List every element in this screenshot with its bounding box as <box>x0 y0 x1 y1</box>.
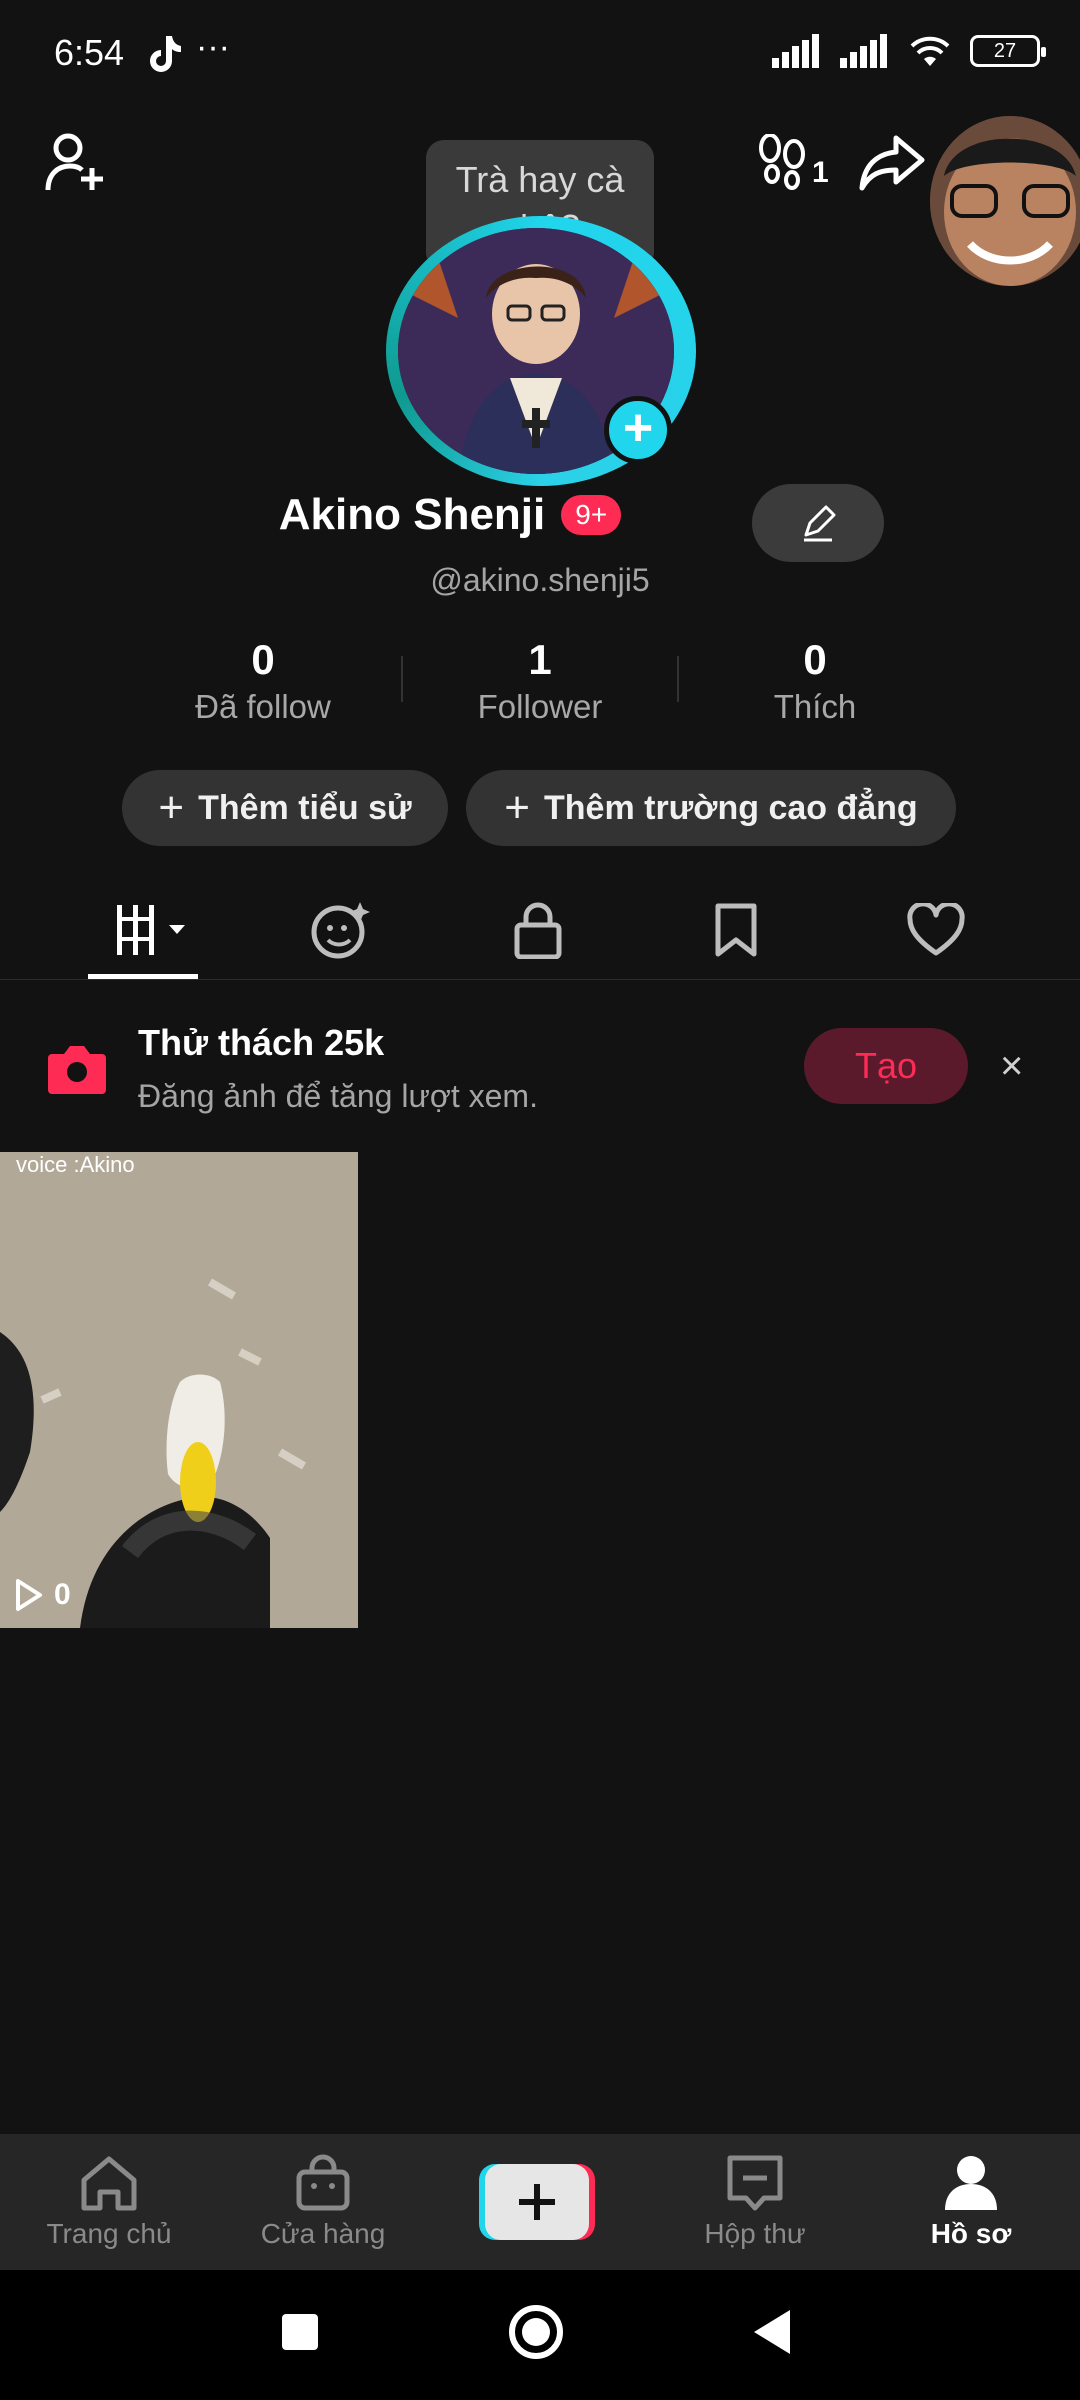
stat-divider <box>677 656 679 702</box>
tab-private[interactable] <box>498 900 578 960</box>
status-time: 6:54 <box>54 32 125 73</box>
back-icon[interactable] <box>752 2308 792 2361</box>
challenge-create-button[interactable]: Tạo <box>804 1028 968 1104</box>
share-icon[interactable] <box>858 134 926 192</box>
tiktok-icon <box>146 34 182 79</box>
nav-home[interactable]: Trang chủ <box>14 2134 204 2270</box>
signal-icon-2 <box>840 34 887 68</box>
lock-icon <box>514 902 562 959</box>
bookmark-icon <box>715 903 757 957</box>
tab-videos[interactable] <box>102 900 202 960</box>
nav-inbox-label: Hộp thư <box>704 2218 806 2249</box>
inbox-icon <box>727 2155 783 2211</box>
bottom-nav: Trang chủ Cửa hàng Hộp thư Hồ sơ <box>0 2134 1080 2270</box>
video-view-count: 0 <box>14 1578 71 1612</box>
plus-icon: + <box>158 783 185 832</box>
system-nav-bar <box>0 2270 1080 2400</box>
stat-likes-value: 0 <box>803 636 827 683</box>
add-school-label: Thêm trường cao đẳng <box>544 788 918 827</box>
tab-liked[interactable] <box>896 900 976 960</box>
profile-tabs <box>0 880 1080 980</box>
edit-profile-button[interactable] <box>752 484 884 562</box>
video-thumbnail[interactable] <box>0 1152 358 1628</box>
nav-inbox[interactable]: Hộp thư <box>660 2134 850 2270</box>
video-caption: voice :Akino <box>16 1152 135 1177</box>
add-story-button[interactable]: + <box>604 396 672 464</box>
battery-icon: 27 <box>970 35 1046 67</box>
close-icon[interactable]: × <box>1000 1044 1023 1089</box>
signal-icon <box>772 34 819 68</box>
profile-views-button[interactable]: 1 <box>756 134 829 190</box>
nav-profile[interactable]: Hồ sơ <box>876 2134 1066 2270</box>
add-bio-label: Thêm tiểu sử <box>198 788 412 827</box>
smiley-sparkle-icon <box>311 902 370 959</box>
stat-followers-value: 1 <box>528 636 552 683</box>
plus-icon: + <box>504 783 530 832</box>
stat-followers[interactable]: 1 Follower <box>415 636 665 726</box>
stat-following-value: 0 <box>251 636 275 683</box>
pencil-icon <box>804 505 836 542</box>
display-name: Akino Shenji <box>278 490 546 539</box>
challenge-subtitle: Đăng ảnh để tăng lượt xem. <box>138 1078 538 1114</box>
status-more: ··· <box>196 28 230 66</box>
active-tab-indicator <box>88 974 198 979</box>
camera-bubble[interactable] <box>930 116 1080 286</box>
video-views-value: 0 <box>54 1578 71 1611</box>
name-row: Akino Shenji 9+ <box>0 490 1080 540</box>
home-icon <box>81 2156 137 2211</box>
notification-badge[interactable]: 9+ <box>561 495 622 535</box>
nav-shop-label: Cửa hàng <box>260 2218 386 2249</box>
stat-likes[interactable]: 0 Thích <box>690 636 940 726</box>
nav-create[interactable] <box>442 2134 632 2270</box>
status-icons: 27 <box>772 34 1046 68</box>
nav-profile-label: Hồ sơ <box>930 2218 1012 2249</box>
nav-home-label: Trang chủ <box>46 2218 172 2249</box>
add-bio-button[interactable]: + Thêm tiểu sử <box>122 770 448 846</box>
home-button-icon[interactable] <box>508 2304 564 2365</box>
footprint-count: 1 <box>812 156 829 189</box>
stat-divider <box>401 656 403 702</box>
stat-following[interactable]: 0 Đã follow <box>138 636 388 726</box>
footprints-icon <box>759 134 805 190</box>
shop-icon <box>296 2154 350 2211</box>
stat-followers-label: Follower <box>477 688 603 725</box>
nav-shop[interactable]: Cửa hàng <box>228 2134 418 2270</box>
wifi-icon <box>910 36 950 66</box>
stat-likes-label: Thích <box>773 688 857 725</box>
stat-following-label: Đã follow <box>195 688 331 725</box>
create-icon <box>479 2164 595 2240</box>
add-friend-icon[interactable] <box>44 132 110 194</box>
grid-videos-icon <box>117 905 185 955</box>
tab-reposts[interactable] <box>300 900 380 960</box>
camera-icon <box>46 1040 108 1101</box>
profile-icon <box>945 2156 997 2210</box>
play-icon <box>16 1579 42 1611</box>
add-school-button[interactable]: + Thêm trường cao đẳng <box>466 770 956 846</box>
username: @akino.shenji5 <box>430 562 650 598</box>
recents-icon[interactable] <box>280 2312 320 2357</box>
challenge-title: Thử thách 25k <box>138 1022 385 1063</box>
heart-icon <box>907 903 965 956</box>
tab-saved[interactable] <box>696 900 776 960</box>
